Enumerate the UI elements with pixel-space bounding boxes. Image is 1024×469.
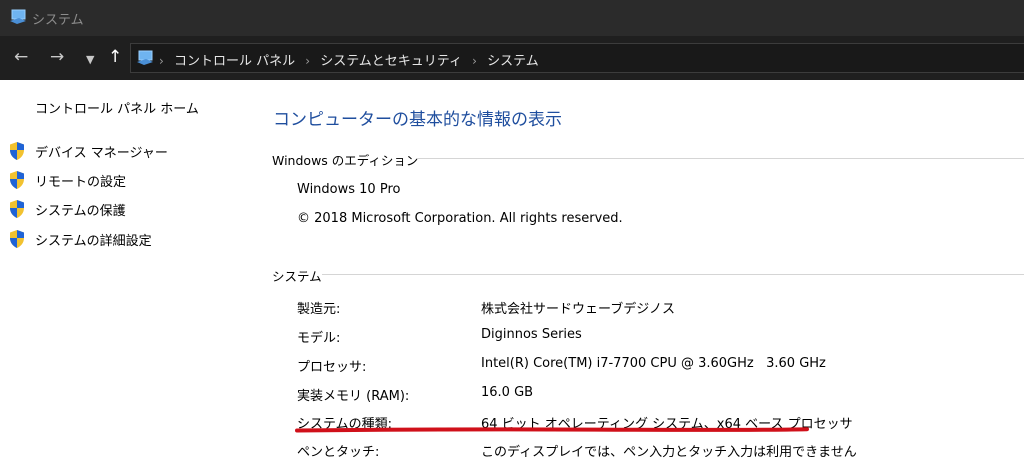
task-label: システムの保護: [35, 204, 126, 219]
breadcrumb-separator-icon[interactable]: ›: [159, 54, 164, 68]
edition-section-title: Windows のエディション: [272, 153, 419, 168]
up-button[interactable]: ↑: [108, 47, 122, 67]
uac-shield-icon: [10, 171, 24, 189]
system-location-icon: [137, 50, 153, 65]
processor-label: プロセッサ:: [297, 360, 367, 375]
breadcrumb-separator-icon[interactable]: ›: [472, 54, 477, 68]
left-task-pane: コントロール パネル ホーム デバイス マネージャー リモートの設定 システムの…: [0, 80, 250, 469]
windows-edition-name: Windows 10 Pro: [297, 182, 401, 197]
copyright-text: © 2018 Microsoft Corporation. All rights…: [297, 211, 623, 226]
task-label: リモートの設定: [35, 175, 127, 190]
manufacturer-label: 製造元:: [297, 302, 341, 317]
ram-label: 実装メモリ (RAM):: [297, 389, 410, 404]
system-app-icon: [10, 9, 26, 24]
system-section-title: システム: [272, 269, 322, 284]
recent-locations-chevron-icon[interactable]: ▼: [86, 50, 94, 70]
section-divider: [416, 158, 1024, 159]
ram-value: 16.0 GB: [481, 385, 534, 400]
breadcrumb-control-panel[interactable]: コントロール パネル: [174, 54, 295, 69]
breadcrumb-system-and-security[interactable]: システムとセキュリティ: [320, 54, 462, 69]
navigation-bar: ← → ▼ ↑ › コントロール パネル › システムとセキュリティ › システ…: [0, 36, 1024, 80]
uac-shield-icon: [10, 142, 24, 160]
uac-shield-icon: [10, 200, 24, 218]
window-title: システム: [32, 13, 84, 28]
title-bar: システム: [0, 0, 1024, 36]
task-label: デバイス マネージャー: [35, 146, 168, 161]
breadcrumb-separator-icon[interactable]: ›: [305, 54, 310, 68]
control-panel-home-link[interactable]: コントロール パネル ホーム: [35, 98, 199, 117]
processor-value: Intel(R) Core(TM) i7-7700 CPU @ 3.60GHz …: [481, 356, 826, 371]
uac-shield-icon: [10, 230, 24, 248]
back-button[interactable]: ←: [14, 47, 28, 67]
highlight-underline: [295, 427, 809, 433]
manufacturer-value: 株式会社サードウェーブデジノス: [481, 302, 675, 317]
task-label: システムの詳細設定: [35, 234, 152, 249]
breadcrumb-system[interactable]: システム: [487, 54, 539, 69]
pen-touch-label: ペンとタッチ:: [297, 445, 380, 460]
section-divider: [322, 274, 1024, 275]
address-bar[interactable]: › コントロール パネル › システムとセキュリティ › システム: [130, 43, 1024, 73]
pen-touch-value: このディスプレイでは、ペン入力とタッチ入力は利用できません: [481, 445, 857, 460]
breadcrumb: › コントロール パネル › システムとセキュリティ › システム: [155, 50, 539, 69]
model-label: モデル:: [297, 331, 341, 346]
main-content: コンピューターの基本的な情報の表示 Windows のエディション Window…: [250, 80, 1024, 469]
forward-button[interactable]: →: [50, 47, 64, 67]
page-title: コンピューターの基本的な情報の表示: [273, 110, 562, 130]
model-value: Diginnos Series: [481, 327, 582, 342]
